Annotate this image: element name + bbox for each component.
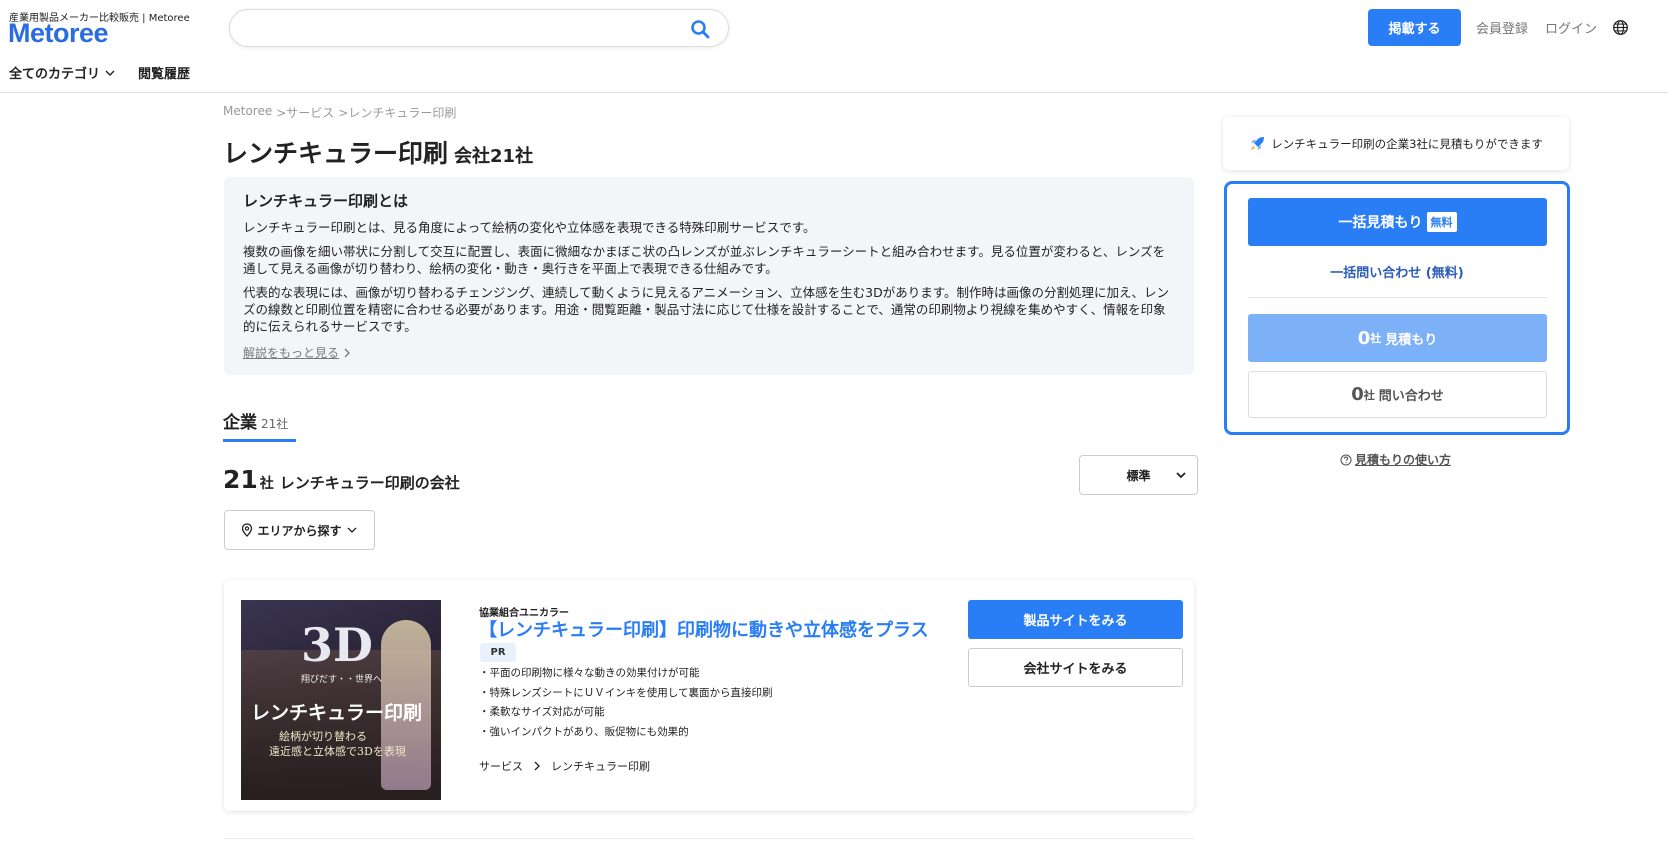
breadcrumb-item-home[interactable]: Metoree	[223, 104, 272, 121]
description-paragraph: 代表的な表現には、画像が切り替わるチェンジング、連続して動くように見えるアニメー…	[243, 285, 1169, 334]
product-feature-list: ・平面の印刷物に様々な動きの効果付けが可能 ・特殊レンズシートにＵＶインキを使用…	[479, 664, 772, 742]
product-card: 3D 翔びだす・・世界へ レンチキュラー印刷 絵柄が切り替わる 遠近感と立体感で…	[224, 580, 1194, 811]
quote-selected-label: 見積もり	[1385, 332, 1438, 348]
product-category-lenticular[interactable]: レンチキュラー印刷	[551, 758, 650, 774]
product-image-3d-text: 3D	[301, 618, 373, 672]
tab-companies-label: 企業	[223, 413, 257, 433]
breadcrumb-item-services[interactable]: >サービス	[276, 104, 334, 121]
product-feature-item: ・柔軟なサイズ対応が可能	[479, 706, 605, 718]
area-filter-button[interactable]: エリアから探す	[224, 510, 375, 550]
help-circle-icon	[1340, 453, 1352, 466]
view-product-site-button[interactable]: 製品サイトをみる	[968, 600, 1183, 639]
divider	[1248, 297, 1547, 298]
company-list-heading: 21 社レンチキュラー印刷の会社	[223, 465, 460, 494]
product-image-subtext: 翔びだす・・世界へ	[301, 675, 383, 685]
pr-badge: PR	[480, 643, 516, 662]
company-count-number: 21	[223, 465, 258, 494]
inquiry-selected-label: 問い合わせ	[1378, 389, 1444, 404]
tab-companies-count: 21社	[261, 417, 289, 431]
quote-selected-button[interactable]: 0 社見積もり	[1248, 314, 1547, 362]
quote-selected-unit: 社	[1370, 332, 1382, 345]
login-link[interactable]: ログイン	[1545, 18, 1597, 37]
page-title: レンチキュラー印刷 会社21社	[223, 134, 533, 170]
search-bar[interactable]	[229, 9, 729, 47]
inquiry-selected-count: 0	[1351, 384, 1364, 405]
nav-all-categories[interactable]: 全てのカテゴリ	[9, 63, 116, 82]
description-paragraph: レンチキュラー印刷とは、見る角度によって絵柄の変化や立体感を表現できる特殊印刷サ…	[243, 220, 816, 235]
description-paragraph: 複数の画像を細い帯状に分割して交互に配置し、表面に微細なかまぼこ状の凸レンズが並…	[243, 244, 1166, 276]
product-feature-item: ・平面の印刷物に様々な動きの効果付けが可能	[479, 667, 700, 679]
site-header: 産業用製品メーカー比較販売 | Metoree Metoree 掲載する 会員登…	[0, 0, 1668, 93]
view-company-site-button[interactable]: 会社サイトをみる	[968, 648, 1183, 687]
chevron-right-icon	[344, 348, 350, 357]
company-count-unit: 社	[259, 476, 274, 492]
tab-companies[interactable]: 企業 21社	[223, 408, 297, 442]
description-title: レンチキュラー印刷とは	[243, 192, 409, 210]
product-image-main-text: レンチキュラー印刷	[251, 702, 423, 724]
bulk-quote-button[interactable]: 一括見積もり 無料	[1248, 198, 1547, 246]
product-image-subtext: 遠近感と立体感で3Dを表現	[269, 745, 406, 758]
quote-info-banner: レンチキュラー印刷の企業3社に見積もりができます	[1223, 117, 1569, 170]
breadcrumb-item-current: >レンチキュラー印刷	[338, 106, 457, 120]
product-title-link[interactable]: 【レンチキュラー印刷】印刷物に動きや立体感をプラス	[479, 616, 929, 642]
product-feature-item: ・特殊レンズシートにＵＶインキを使用して裏面から直接印刷	[479, 686, 773, 699]
sort-select[interactable]: 標準	[1079, 455, 1198, 495]
search-input[interactable]	[248, 18, 668, 40]
nav-all-categories-label: 全てのカテゴリ	[9, 67, 101, 82]
company-list-heading-text: レンチキュラー印刷の会社	[279, 474, 460, 492]
read-more-link[interactable]: 解説をもっと見る	[243, 344, 352, 361]
rocket-icon	[1251, 136, 1265, 150]
quote-how-to-label: 見積もりの使い方	[1355, 453, 1452, 467]
product-image[interactable]: 3D 翔びだす・・世界へ レンチキュラー印刷 絵柄が切り替わる 遠近感と立体感で…	[241, 600, 441, 800]
quote-panel: 一括見積もり 無料 一括問い合わせ (無料) 0 社見積もり 0 社問い合わせ	[1224, 181, 1570, 435]
next-product-card	[224, 838, 1194, 842]
quote-how-to-link[interactable]: 見積もりの使い方	[1340, 451, 1451, 468]
globe-icon[interactable]	[1612, 19, 1629, 36]
product-category-breadcrumb: サービス レンチキュラー印刷	[479, 758, 650, 774]
nav-browsing-history[interactable]: 閲覧履歴	[138, 63, 190, 82]
chevron-down-icon	[1176, 472, 1186, 479]
sort-select-value: 標準	[1126, 468, 1151, 483]
page-title-text: レンチキュラー印刷	[223, 139, 449, 168]
chevron-right-icon	[534, 761, 540, 771]
search-icon[interactable]	[690, 19, 710, 39]
page-title-count: 会社21社	[454, 146, 534, 167]
chevron-down-icon	[347, 527, 356, 533]
inquiry-selected-button[interactable]: 0 社問い合わせ	[1248, 371, 1547, 418]
post-listing-button[interactable]: 掲載する	[1368, 9, 1461, 46]
product-image-subtext: 絵柄が切り替わる	[279, 730, 367, 743]
inquiry-selected-unit: 社	[1363, 388, 1375, 402]
free-badge: 無料	[1426, 212, 1457, 232]
area-filter-label: エリアから探す	[257, 523, 342, 538]
description-box: レンチキュラー印刷とは レンチキュラー印刷とは、見る角度によって絵柄の変化や立体…	[224, 177, 1194, 375]
read-more-label: 解説をもっと見る	[243, 346, 340, 360]
location-pin-icon	[242, 523, 253, 537]
product-category-services[interactable]: サービス	[479, 758, 523, 774]
product-feature-item: ・強いインパクトがあり、販促物にも効果的	[479, 725, 689, 738]
metoree-logo[interactable]: Metoree	[8, 18, 109, 49]
quote-info-text: レンチキュラー印刷の企業3社に見積もりができます	[1271, 136, 1543, 151]
quote-selected-count: 0	[1357, 327, 1371, 349]
bulk-quote-label: 一括見積もり	[1338, 215, 1423, 231]
chevron-down-icon	[105, 70, 115, 76]
register-link[interactable]: 会員登録	[1476, 18, 1528, 37]
breadcrumb: Metoree >サービス >レンチキュラー印刷	[223, 104, 456, 121]
bulk-inquiry-link[interactable]: 一括問い合わせ (無料)	[1227, 262, 1567, 281]
